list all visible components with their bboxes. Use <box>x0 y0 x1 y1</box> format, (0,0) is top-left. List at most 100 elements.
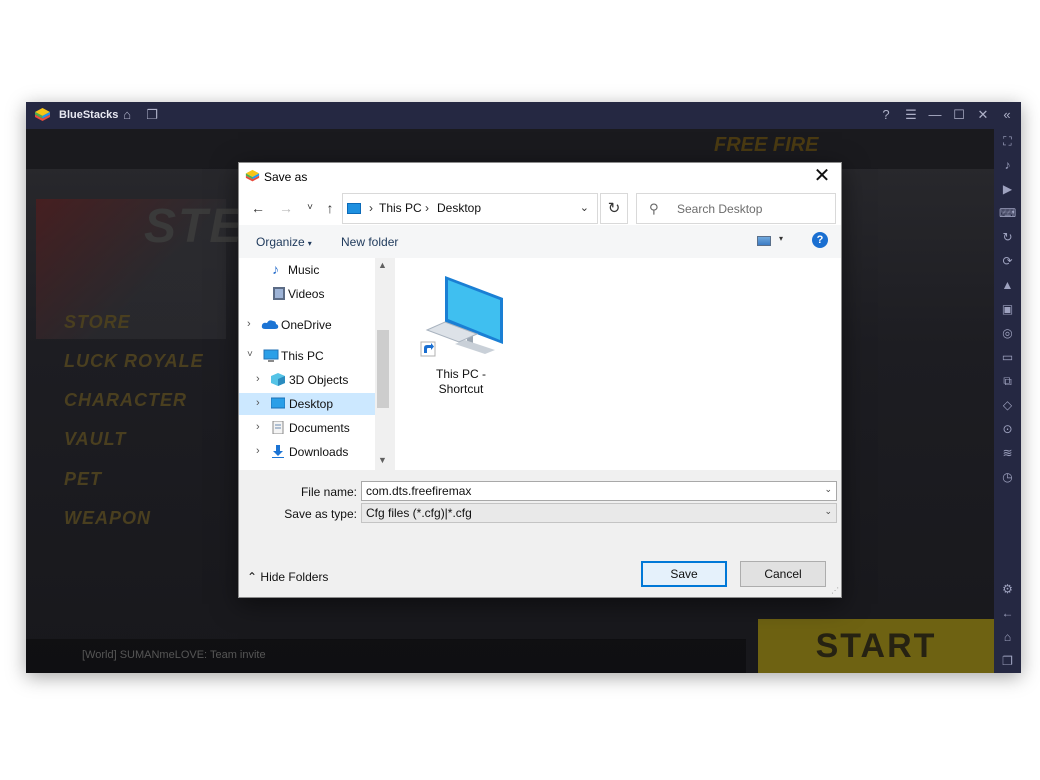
breadcrumb-separator-icon[interactable]: › <box>369 201 373 215</box>
layers-icon[interactable]: ≋ <box>999 445 1016 462</box>
file-label-line2: Shortcut <box>438 382 484 396</box>
macro-icon[interactable]: ◷ <box>999 469 1016 486</box>
expand-chevron-icon[interactable]: › <box>256 445 260 457</box>
view-options-icon[interactable] <box>757 236 771 246</box>
bluestacks-titlebar: BlueStacks ⌂ ❐ ? ☰ — ☐ ✕ « <box>26 102 1021 129</box>
scrollbar-thumb[interactable] <box>377 330 389 408</box>
breadcrumb-desktop[interactable]: Desktop <box>437 201 481 215</box>
location-icon[interactable]: ⊙ <box>999 421 1016 438</box>
minimize-icon[interactable]: — <box>926 106 944 124</box>
tree-item-onedrive[interactable]: › OneDrive <box>239 314 391 336</box>
view-options-chevron-icon[interactable]: ▾ <box>779 234 783 243</box>
folder-icon[interactable]: ▭ <box>999 349 1016 366</box>
fullscreen-icon[interactable]: ⛶ <box>999 133 1016 150</box>
game-menu-pet[interactable]: PET <box>64 469 102 490</box>
collapse-sidebar-icon[interactable]: « <box>998 106 1016 124</box>
expand-chevron-icon[interactable]: › <box>256 373 260 385</box>
navigation-pane-scrollbar[interactable]: ▲ ▼ <box>375 258 391 470</box>
file-name-value: com.dts.freefiremax <box>366 484 472 498</box>
scroll-up-icon[interactable]: ▲ <box>378 260 387 270</box>
sync-icon[interactable]: ⟳ <box>999 253 1016 270</box>
volume-icon[interactable]: ♪ <box>999 157 1016 174</box>
home-icon[interactable]: ⌂ <box>118 106 136 124</box>
rotate-icon[interactable]: ↻ <box>999 229 1016 246</box>
menu-icon[interactable]: ☰ <box>902 106 920 124</box>
file-name-label: File name: <box>300 485 357 499</box>
maximize-icon[interactable]: ☐ <box>950 106 968 124</box>
help-icon[interactable]: ? <box>877 106 895 124</box>
address-bar[interactable]: › This PC › Desktop ⌄ <box>342 193 598 224</box>
breadcrumb-separator-icon[interactable]: › <box>425 201 429 215</box>
close-icon[interactable]: ✕ <box>974 106 992 124</box>
breadcrumb-this-pc[interactable]: This PC <box>379 201 422 215</box>
forward-arrow-icon[interactable]: → <box>277 199 295 217</box>
tree-item-this-pc[interactable]: ˅ This PC <box>239 345 391 367</box>
save-options-panel: File name: com.dts.freefiremax ⌄ Save as… <box>239 470 841 597</box>
file-list: This PC - Shortcut <box>395 258 841 470</box>
tree-item-documents[interactable]: › Documents <box>239 417 391 439</box>
help-icon[interactable]: ? <box>812 232 828 248</box>
multi-instance-icon[interactable]: ❐ <box>143 106 161 124</box>
file-item-this-pc-shortcut[interactable]: This PC - Shortcut <box>413 272 509 396</box>
back-arrow-icon[interactable]: ← <box>249 199 267 217</box>
tree-item-label: Music <box>288 263 320 277</box>
bluestacks-logo-icon <box>245 169 260 182</box>
recent-apps-icon[interactable]: ❐ <box>999 653 1016 670</box>
media-icon[interactable]: ▶ <box>999 181 1016 198</box>
recent-locations-chevron-icon[interactable]: ˅ <box>301 199 319 217</box>
chevron-down-icon: ▾ <box>307 239 312 248</box>
cancel-button[interactable]: Cancel <box>740 561 826 587</box>
tree-item-label: Documents <box>289 421 350 435</box>
save-as-type-select[interactable]: Cfg files (*.cfg)|*.cfg ⌄ <box>361 503 837 523</box>
screenshot-icon[interactable]: ▣ <box>999 301 1016 318</box>
address-dropdown-icon[interactable]: ⌄ <box>580 201 589 214</box>
eraser-icon[interactable]: ◇ <box>999 397 1016 414</box>
settings-icon[interactable]: ⚙ <box>999 581 1016 598</box>
scroll-down-icon[interactable]: ▼ <box>378 455 387 465</box>
expand-chevron-icon[interactable]: › <box>247 318 251 330</box>
collapse-chevron-icon[interactable]: ˅ <box>247 349 253 360</box>
tree-item-downloads[interactable]: › Downloads <box>239 441 391 463</box>
tree-item-videos[interactable]: Videos <box>239 283 391 305</box>
hide-folders-button[interactable]: ⌃ Hide Folders <box>247 570 328 584</box>
save-button[interactable]: Save <box>641 561 727 587</box>
game-menu-weapon[interactable]: WEAPON <box>64 508 151 529</box>
organize-button[interactable]: Organize ▾ <box>256 235 312 249</box>
game-menu-vault[interactable]: VAULT <box>64 429 126 450</box>
expand-chevron-icon[interactable]: › <box>256 397 260 409</box>
game-menu-luck-royale[interactable]: LUCK ROYALE <box>64 351 204 372</box>
save-as-type-value: Cfg files (*.cfg)|*.cfg <box>366 506 472 520</box>
file-name-input[interactable]: com.dts.freefiremax ⌄ <box>361 481 837 501</box>
home-icon[interactable]: ⌂ <box>999 629 1016 646</box>
bluestacks-sidebar: ⛶ ♪ ▶ ⌨ ↻ ⟳ ▲ ▣ ◎ ▭ ⧉ ◇ ⊙ ≋ ◷ ⚙ ← ⌂ ❐ <box>994 129 1021 673</box>
save-as-type-label: Save as type: <box>284 507 357 521</box>
resize-icon[interactable]: ⧉ <box>999 373 1016 390</box>
this-pc-icon <box>347 203 361 214</box>
dialog-title: Save as <box>264 170 308 184</box>
chevron-down-icon[interactable]: ⌄ <box>824 484 832 495</box>
game-menu-store[interactable]: STORE <box>64 312 131 333</box>
dialog-close-icon[interactable]: ✕ <box>811 166 833 188</box>
tree-item-music[interactable]: ♪ Music <box>239 259 391 281</box>
new-folder-button[interactable]: New folder <box>341 235 398 249</box>
dialog-titlebar: Save as ✕ <box>239 163 841 190</box>
refresh-button[interactable]: ↻ <box>600 193 628 224</box>
game-start-button[interactable]: START <box>758 619 994 673</box>
chevron-up-icon: ⌃ <box>247 570 258 584</box>
3d-objects-icon <box>271 373 285 386</box>
chevron-down-icon[interactable]: ⌄ <box>824 506 832 517</box>
expand-chevron-icon[interactable]: › <box>256 421 260 433</box>
apk-icon[interactable]: ▲ <box>999 277 1016 294</box>
tree-item-3d-objects[interactable]: › 3D Objects <box>239 369 391 391</box>
game-chat-text[interactable]: [World] SUMANmeLOVE: Team invite <box>82 649 266 661</box>
search-box[interactable]: ⚲ Search Desktop <box>636 193 836 224</box>
tree-item-desktop[interactable]: › Desktop <box>239 393 391 415</box>
keyboard-icon[interactable]: ⌨ <box>999 205 1016 222</box>
organize-label: Organize <box>256 235 305 249</box>
tree-item-label: Desktop <box>289 397 334 411</box>
resize-grip-icon[interactable]: ⋰ <box>831 586 839 595</box>
capture-icon[interactable]: ◎ <box>999 325 1016 342</box>
up-arrow-icon[interactable]: ↑ <box>321 199 339 217</box>
game-menu-character[interactable]: CHARACTER <box>64 390 187 411</box>
back-icon[interactable]: ← <box>999 605 1016 622</box>
